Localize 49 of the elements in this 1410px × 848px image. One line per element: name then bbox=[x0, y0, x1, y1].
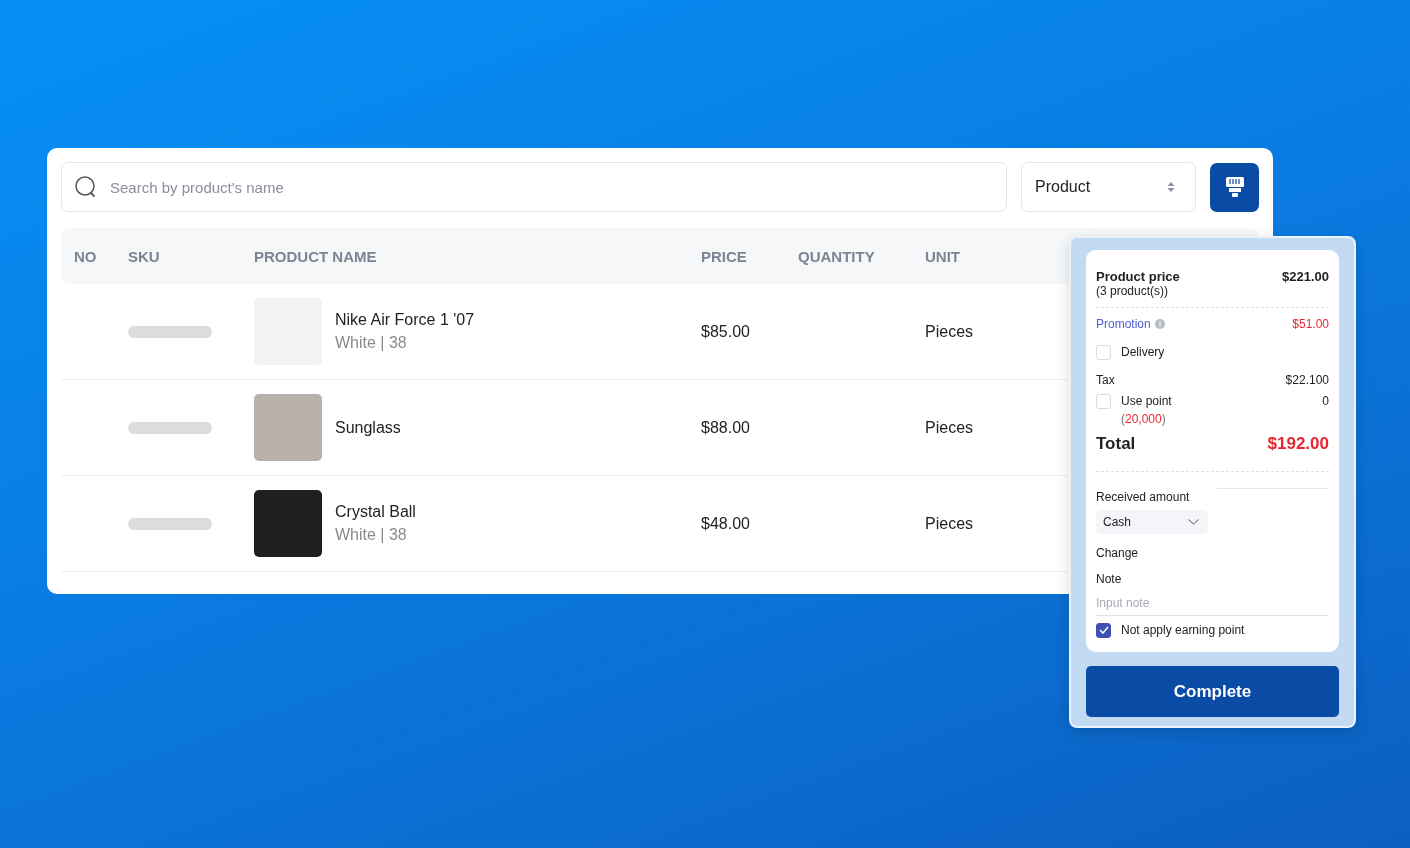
photo-placeholder bbox=[254, 490, 322, 557]
product-name: Crystal Ball bbox=[335, 503, 416, 521]
received-amount-label: Received amount bbox=[1096, 490, 1190, 504]
use-point-label: Use point bbox=[1121, 394, 1172, 408]
promotion-link[interactable]: Promotion bbox=[1096, 317, 1151, 331]
sort-caret-icon bbox=[1167, 181, 1175, 193]
use-point-checkbox[interactable] bbox=[1096, 394, 1111, 409]
note-label: Note bbox=[1096, 572, 1123, 586]
tax-label: Tax bbox=[1096, 373, 1115, 387]
product-price-label: Product price bbox=[1096, 268, 1180, 284]
product-price-value: $221.00 bbox=[1282, 268, 1329, 284]
product-name: Nike Air Force 1 '07 bbox=[335, 311, 475, 329]
product-variant: White | 38 bbox=[335, 526, 408, 544]
search-icon bbox=[74, 175, 98, 199]
point-balance: (20,000) bbox=[1121, 412, 1167, 426]
total-label: Total bbox=[1096, 434, 1136, 454]
delivery-label: Delivery bbox=[1121, 345, 1165, 359]
delivery-checkbox[interactable] bbox=[1096, 344, 1111, 360]
earning-point-label: Not apply earning point bbox=[1121, 623, 1245, 637]
product-name: Sunglass bbox=[335, 418, 401, 437]
unit-cell: Pieces bbox=[925, 514, 974, 533]
unit-cell: Pieces bbox=[925, 322, 974, 341]
barcode-scanner-button[interactable] bbox=[1210, 162, 1259, 212]
price-cell: $85.00 bbox=[701, 322, 750, 341]
earning-point-checkbox[interactable] bbox=[1096, 622, 1111, 638]
complete-button[interactable]: Complete bbox=[1086, 666, 1339, 717]
promotion-value: $51.00 bbox=[1292, 317, 1329, 331]
change-label: Change bbox=[1096, 546, 1140, 560]
tax-value: $22.100 bbox=[1285, 373, 1329, 387]
search-field[interactable]: Search by product's name bbox=[61, 162, 1007, 212]
product-variant: White | 38 bbox=[335, 334, 408, 352]
unit-cell: Pieces bbox=[925, 418, 974, 437]
scanner-icon bbox=[1224, 176, 1245, 198]
filter-dropdown[interactable]: Product bbox=[1021, 162, 1196, 212]
column-header: UNIT bbox=[925, 247, 961, 265]
price-cell: $88.00 bbox=[701, 418, 750, 437]
column-header: SKU bbox=[128, 247, 161, 265]
column-header: PRODUCT NAME bbox=[254, 247, 378, 265]
chevron-down-icon bbox=[1188, 519, 1199, 525]
total-value: $192.00 bbox=[1267, 434, 1329, 454]
info-icon bbox=[1154, 319, 1165, 329]
photo-placeholder bbox=[254, 394, 322, 461]
use-point-value: 0 bbox=[1322, 394, 1329, 408]
column-header: PRICE bbox=[701, 247, 748, 265]
column-header: QUANTITY bbox=[798, 247, 876, 265]
column-header: NO bbox=[74, 247, 98, 265]
payment-method-dropdown[interactable]: Cash bbox=[1096, 510, 1208, 534]
price-cell: $48.00 bbox=[701, 514, 750, 533]
product-count: (3 product(s)) bbox=[1096, 284, 1170, 298]
